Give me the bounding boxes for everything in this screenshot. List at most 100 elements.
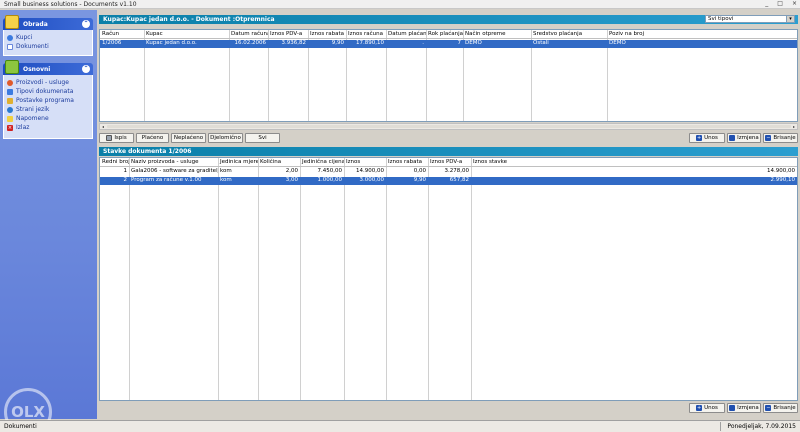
sidebar-item-label: Dokumenti — [16, 43, 49, 50]
collapse-icon[interactable]: ⌃ — [82, 20, 90, 28]
sidebar-item-postavke[interactable]: Postavke programa — [7, 96, 74, 105]
column-header[interactable]: Kupac — [144, 30, 229, 39]
edit-document-button[interactable]: Izmjena — [727, 133, 761, 143]
scroll-left-icon[interactable]: ◂ — [100, 124, 106, 129]
table-row[interactable]: 1 Gala2006 - software za graditeljstvo k… — [100, 168, 797, 176]
status-date: Ponedjeljak, 7.09.2015 — [727, 423, 796, 430]
column-header[interactable]: Iznos računa — [346, 30, 386, 39]
panel-body-obrada: Kupci Dokumenti — [3, 30, 93, 56]
sidebar-item-label: Izlaz — [16, 124, 30, 131]
delete-document-button[interactable]: − Brisanje — [763, 133, 798, 143]
column-header[interactable]: Količina — [258, 158, 300, 167]
documents-header: Kupac:Kupac jedan d.o.o. - Dokument :Otp… — [99, 15, 798, 24]
document-type-filter[interactable]: Svi tipovi ▾ — [705, 15, 795, 23]
table-header: Redni broj Naziv proizvoda - usluge Jedi… — [100, 158, 797, 167]
book-icon — [5, 15, 19, 29]
panel-body-osnovni: Proizvodi - usluge Tipovi dokumenata Pos… — [3, 75, 93, 139]
collapse-icon[interactable]: ⌃ — [82, 65, 90, 73]
column-header[interactable]: Iznos PDV-a — [268, 30, 308, 39]
table-row[interactable]: 2 Program za račune v.1.00 kom 3,00 1.00… — [100, 177, 797, 185]
items-table: Redni broj Naziv proizvoda - usluge Jedi… — [99, 157, 798, 401]
product-icon — [7, 79, 13, 86]
items-header: Stavke dokumenta 1/2006 — [99, 147, 798, 156]
column-header[interactable]: Jedinica mjere — [218, 158, 258, 167]
documents-table: Račun Kupac Datum računa Iznos PDV-a Izn… — [99, 29, 798, 122]
status-bar: Dokumenti Ponedjeljak, 7.09.2015 — [0, 420, 800, 432]
sidebar-item-label: Postavke programa — [16, 97, 74, 104]
column-header[interactable]: Način otpreme — [463, 30, 531, 39]
panel-title: Osnovni — [23, 66, 51, 73]
sidebar: Obrada ⌃ Kupci Dokumenti Osnovni ⌃ Proiz… — [0, 10, 97, 432]
note-icon — [7, 115, 13, 122]
add-item-button[interactable]: + Unos — [689, 403, 725, 413]
sidebar-item-dokumenti[interactable]: Dokumenti — [7, 42, 49, 51]
paid-filter-button[interactable]: Plaćeno — [136, 133, 169, 143]
sidebar-item-label: Proizvodi - usluge — [16, 79, 69, 86]
sidebar-item-izlaz[interactable]: × Izlaz — [7, 123, 29, 132]
doctype-icon — [7, 88, 13, 95]
minimize-button[interactable]: _ — [765, 0, 768, 7]
items-header-title: Stavke dokumenta 1/2006 — [103, 148, 192, 155]
delete-icon: − — [765, 405, 772, 411]
all-filter-button[interactable]: Svi — [245, 133, 280, 143]
sidebar-item-proizvodi[interactable]: Proizvodi - usluge — [7, 78, 69, 87]
main-area: Kupac:Kupac jedan d.o.o. - Dokument :Otp… — [97, 10, 800, 419]
column-header[interactable]: Redni broj — [100, 158, 129, 167]
chevron-down-icon[interactable]: ▾ — [786, 16, 794, 22]
delete-item-button[interactable]: − Brisanje — [763, 403, 798, 413]
column-header[interactable]: Iznos PDV-a — [428, 158, 471, 167]
maximize-button[interactable]: □ — [777, 0, 783, 7]
table-row[interactable]: 1/2006 Kupac jedan d.o.o. 16.02.2006 3.9… — [100, 40, 797, 48]
panel-header-osnovni[interactable]: Osnovni ⌃ — [3, 60, 93, 75]
unpaid-filter-button[interactable]: Neplaćeno — [171, 133, 206, 143]
print-button[interactable]: Ispis — [99, 133, 134, 143]
column-header[interactable]: Jedinična cijena — [300, 158, 344, 167]
edit-icon — [729, 405, 736, 411]
scroll-right-icon[interactable]: ▸ — [791, 124, 797, 129]
edit-item-button[interactable]: Izmjena — [727, 403, 761, 413]
close-button[interactable]: × — [792, 0, 797, 7]
column-header[interactable]: Datum plaćanja — [386, 30, 426, 39]
window-controls: _ □ × — [765, 0, 797, 7]
title-bar: Small business solutions - Documents v1.… — [0, 0, 800, 9]
document-icon — [7, 43, 13, 50]
table-header: Račun Kupac Datum računa Iznos PDV-a Izn… — [100, 30, 797, 39]
language-icon — [7, 106, 13, 113]
partial-filter-button[interactable]: Djelomično — [208, 133, 243, 143]
sidebar-item-napomene[interactable]: Napomene — [7, 114, 49, 123]
column-header[interactable]: Rok plaćanja — [426, 30, 463, 39]
documents-toolbar: Ispis Plaćeno Neplaćeno Djelomično Svi +… — [99, 133, 798, 144]
column-header[interactable]: Datum računa — [229, 30, 268, 39]
sidebar-item-kupci[interactable]: Kupci — [7, 33, 32, 42]
column-header[interactable]: Iznos — [344, 158, 386, 167]
column-header[interactable]: Iznos stavke — [471, 158, 531, 167]
sidebar-item-tipovi[interactable]: Tipovi dokumenata — [7, 87, 73, 96]
exit-icon: × — [7, 124, 13, 131]
delete-icon: − — [765, 135, 772, 141]
status-left: Dokumenti — [4, 423, 37, 430]
add-icon: + — [696, 405, 703, 411]
print-icon — [106, 135, 113, 141]
sidebar-item-strani-jezik[interactable]: Strani jezik — [7, 105, 49, 114]
add-document-button[interactable]: + Unos — [689, 133, 725, 143]
panel-title: Obrada — [23, 21, 48, 28]
column-header[interactable]: Račun — [100, 30, 144, 39]
column-header[interactable]: Sredstvo plaćanja — [531, 30, 607, 39]
scroll-thumb[interactable] — [107, 125, 791, 128]
sidebar-item-label: Napomene — [16, 115, 49, 122]
column-header[interactable]: Iznos rabata — [386, 158, 428, 167]
panel-header-obrada[interactable]: Obrada ⌃ — [3, 15, 93, 30]
column-header[interactable]: Poziv na broj — [607, 30, 697, 39]
column-header[interactable]: Naziv proizvoda - usluge — [129, 158, 218, 167]
items-toolbar: + Unos Izmjena − Brisanje — [99, 403, 798, 414]
settings-icon — [7, 97, 13, 104]
window-title: Small business solutions - Documents v1.… — [4, 1, 137, 8]
sidebar-item-label: Kupci — [16, 34, 33, 41]
folder-icon — [5, 60, 19, 74]
documents-hscrollbar[interactable]: ◂ ▸ — [99, 123, 798, 130]
column-header[interactable]: Iznos rabata — [308, 30, 346, 39]
user-icon — [7, 34, 13, 41]
documents-header-title: Kupac:Kupac jedan d.o.o. - Dokument :Otp… — [103, 16, 275, 23]
add-icon: + — [696, 135, 703, 141]
sidebar-item-label: Tipovi dokumenata — [16, 88, 74, 95]
